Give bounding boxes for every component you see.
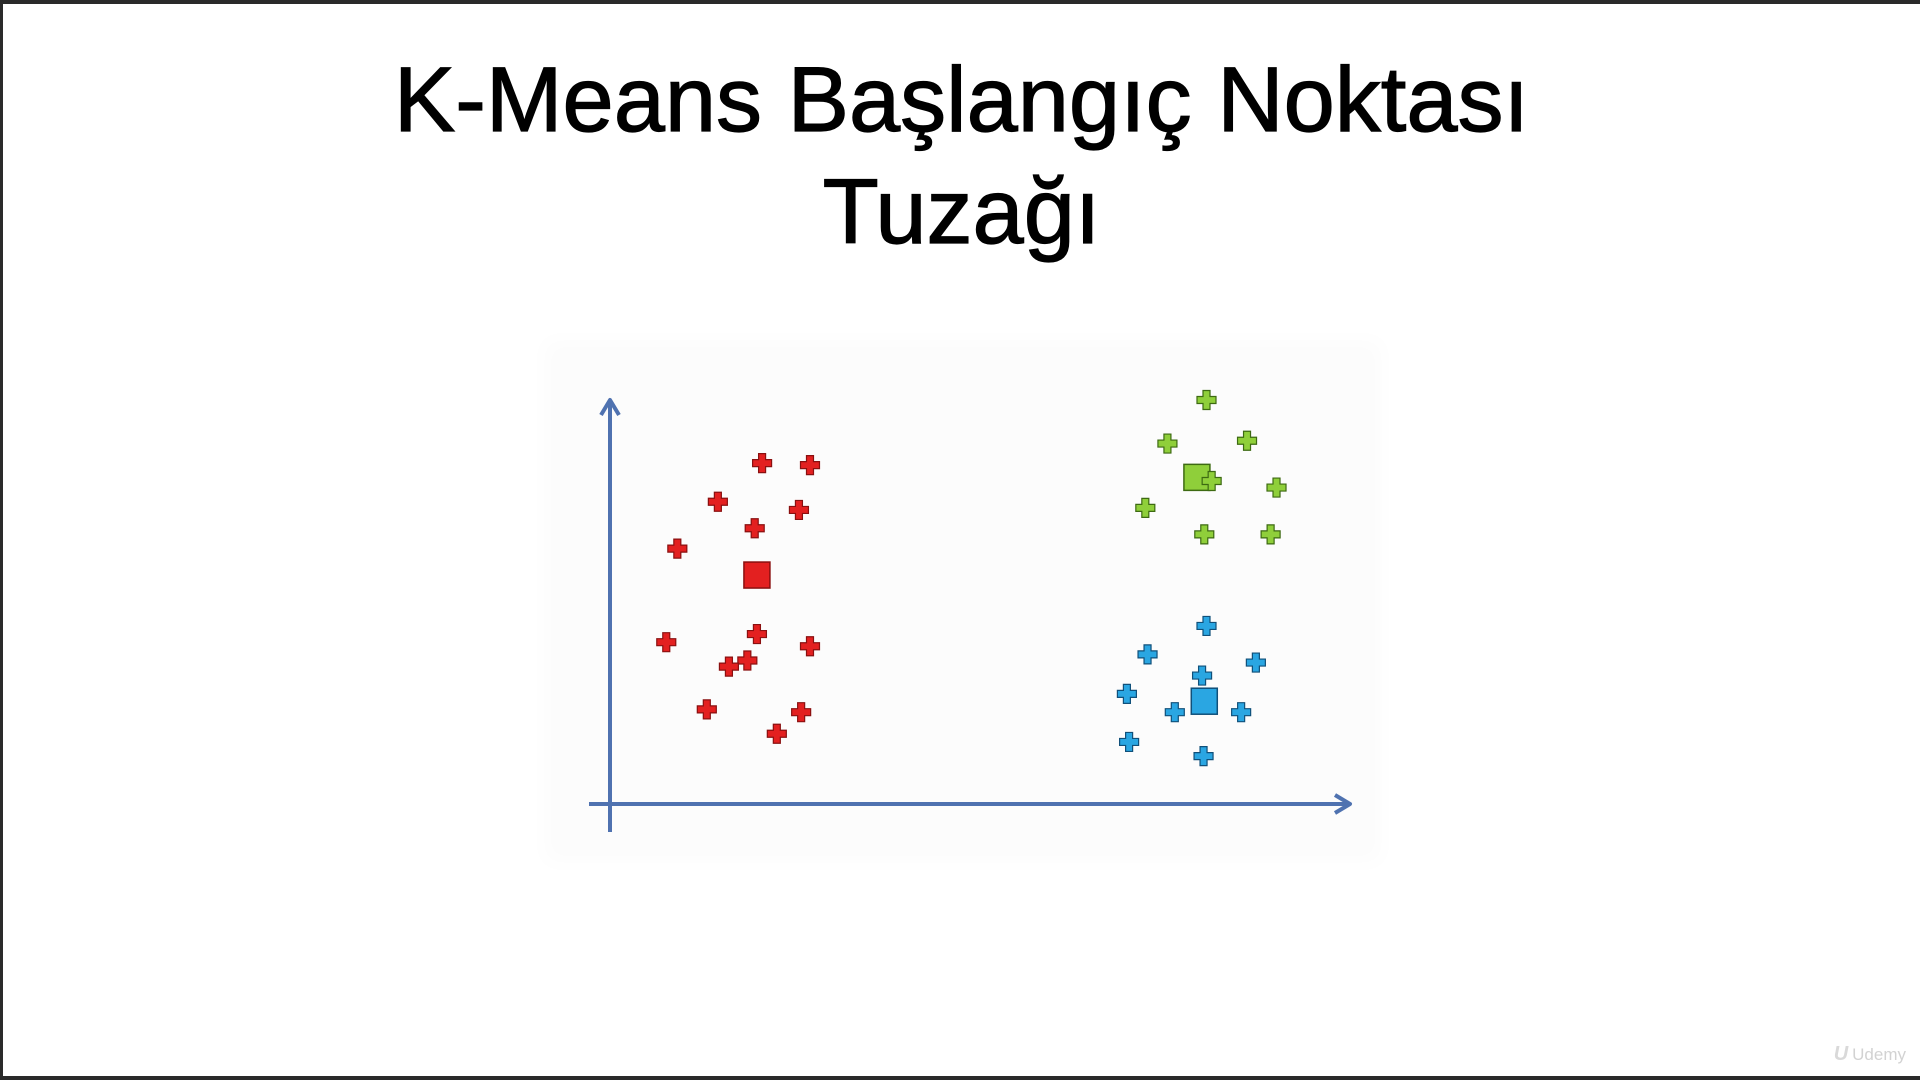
green-data-point [1266, 477, 1287, 498]
green-data-point [1260, 524, 1281, 545]
blue-data-point [1164, 702, 1185, 723]
blue-data-point [1119, 731, 1140, 753]
green-data-point [1135, 497, 1156, 518]
red-data-point [667, 538, 688, 559]
red-data-point [751, 453, 773, 474]
blue-data-point [1196, 615, 1217, 637]
slide: K-Means Başlangıç Noktası Tuzağı U Udemy [3, 4, 1920, 1076]
blue-data-point [1193, 746, 1214, 767]
red-data-point [696, 699, 717, 720]
scatter-chart [589, 389, 1352, 832]
blue-data-point [1231, 702, 1252, 723]
red-data-point [656, 632, 677, 653]
udemy-watermark: U Udemy [1834, 1043, 1906, 1066]
red-data-point [799, 455, 821, 476]
red-data-point [799, 636, 821, 657]
red-data-point [766, 723, 787, 744]
udemy-logo-icon: U [1833, 1043, 1849, 1065]
red-data-point [707, 491, 728, 512]
blue-centroid-marker [1190, 687, 1219, 715]
red-data-point [788, 499, 810, 521]
green-data-point [1196, 389, 1217, 411]
blue-data-point [1116, 683, 1137, 704]
red-data-point [737, 650, 758, 671]
green-data-point [1236, 430, 1258, 451]
blue-data-point [1245, 652, 1266, 673]
red-data-point [744, 518, 765, 539]
green-data-point [1194, 524, 1215, 545]
blue-data-point [1191, 665, 1213, 686]
red-centroid-marker [743, 561, 771, 589]
red-data-point [746, 623, 768, 645]
green-data-point [1157, 433, 1178, 454]
red-data-point [718, 656, 740, 677]
watermark-text: Udemy [1852, 1044, 1906, 1064]
red-data-point [791, 702, 812, 723]
blue-data-point [1137, 644, 1158, 665]
